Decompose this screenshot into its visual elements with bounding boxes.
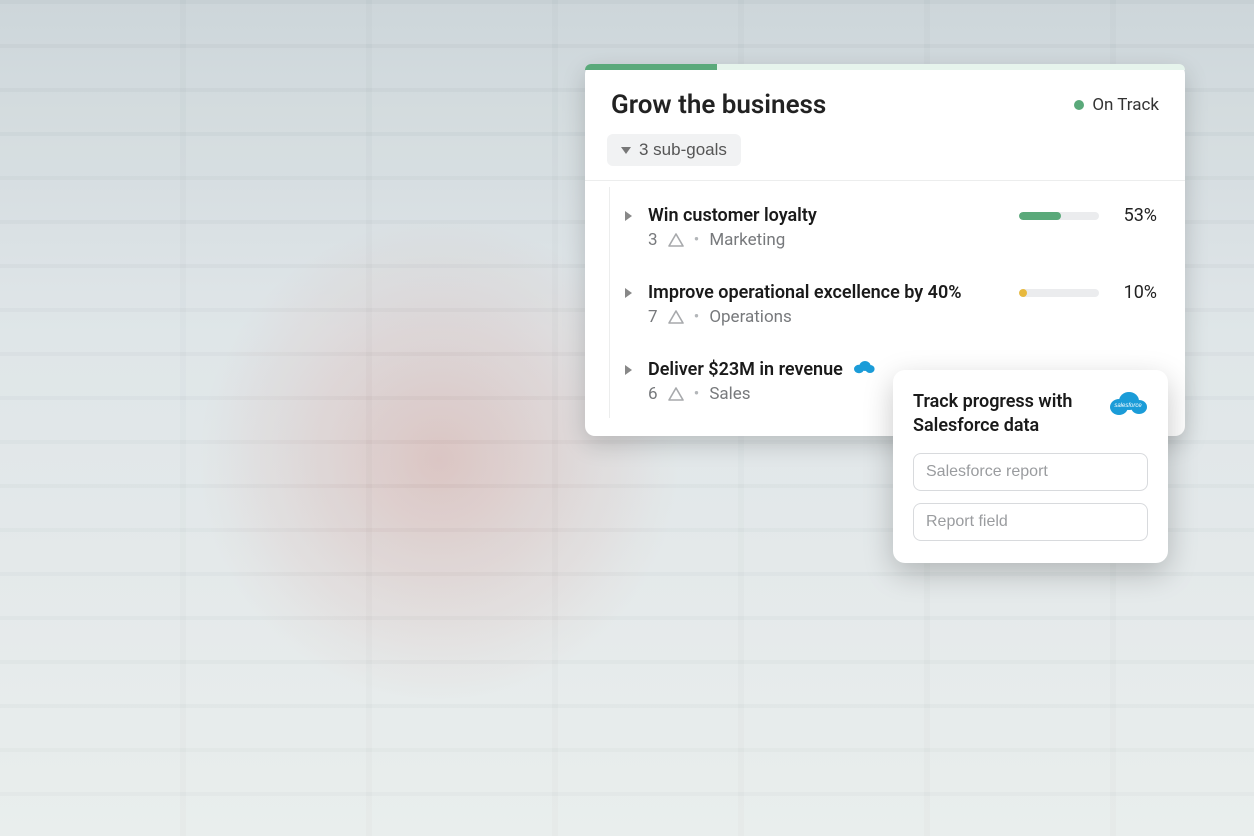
subgoal-count: 3 bbox=[648, 230, 658, 250]
subgoal-count: 6 bbox=[648, 384, 658, 404]
salesforce-icon bbox=[853, 359, 875, 380]
chevron-down-icon bbox=[621, 147, 631, 154]
progress-bar bbox=[1019, 212, 1099, 220]
popover-title: Track progress with Salesforce data bbox=[913, 390, 1098, 439]
subgoal-count: 7 bbox=[648, 307, 658, 327]
status-label: On Track bbox=[1092, 95, 1159, 115]
salesforce-report-input[interactable] bbox=[913, 453, 1148, 491]
subgoal-main: Improve operational excellence by 40% 7 … bbox=[648, 282, 981, 327]
salesforce-popover: Track progress with Salesforce data sale… bbox=[893, 370, 1168, 563]
subgoal-main: Win customer loyalty 3 • Marketing bbox=[648, 205, 981, 250]
subgoal-progress: 10% bbox=[997, 282, 1157, 303]
dot-separator-icon: • bbox=[694, 384, 700, 404]
subgoal-title: Improve operational excellence by 40% bbox=[648, 282, 962, 303]
background-photo: Grow the business On Track 3 sub-goals W… bbox=[0, 0, 1254, 836]
subgoal-progress: 53% bbox=[997, 205, 1157, 226]
subgoal-team: Marketing bbox=[709, 230, 785, 250]
goal-card-header: Grow the business On Track bbox=[585, 70, 1185, 134]
status-badge: On Track bbox=[1074, 95, 1159, 115]
svg-text:salesforce: salesforce bbox=[1114, 403, 1142, 409]
progress-bar bbox=[1019, 289, 1099, 297]
dot-separator-icon: • bbox=[694, 307, 700, 327]
chevron-right-icon bbox=[625, 211, 632, 221]
report-field-input[interactable] bbox=[913, 503, 1148, 541]
status-dot-icon bbox=[1074, 100, 1084, 110]
subgoals-label: 3 sub-goals bbox=[639, 140, 727, 160]
subgoal-row[interactable]: Improve operational excellence by 40% 7 … bbox=[585, 264, 1185, 341]
subgoal-row[interactable]: Win customer loyalty 3 • Marketing 53% bbox=[585, 187, 1185, 264]
subgoal-meta: 7 • Operations bbox=[648, 307, 981, 327]
goal-count-icon bbox=[668, 233, 684, 247]
progress-percent: 53% bbox=[1113, 205, 1157, 226]
goal-title: Grow the business bbox=[611, 90, 826, 120]
goal-count-icon bbox=[668, 310, 684, 324]
subgoal-title: Deliver $23M in revenue bbox=[648, 359, 843, 380]
subgoal-title: Win customer loyalty bbox=[648, 205, 817, 226]
salesforce-logo-icon: salesforce bbox=[1108, 390, 1148, 422]
dot-separator-icon: • bbox=[694, 230, 700, 250]
chevron-right-icon bbox=[625, 365, 632, 375]
subgoals-toggle[interactable]: 3 sub-goals bbox=[607, 134, 741, 166]
subgoal-meta: 3 • Marketing bbox=[648, 230, 981, 250]
progress-percent: 10% bbox=[1113, 282, 1157, 303]
chevron-right-icon bbox=[625, 288, 632, 298]
subgoal-team: Sales bbox=[709, 384, 750, 404]
goal-count-icon bbox=[668, 387, 684, 401]
subgoal-team: Operations bbox=[709, 307, 792, 327]
